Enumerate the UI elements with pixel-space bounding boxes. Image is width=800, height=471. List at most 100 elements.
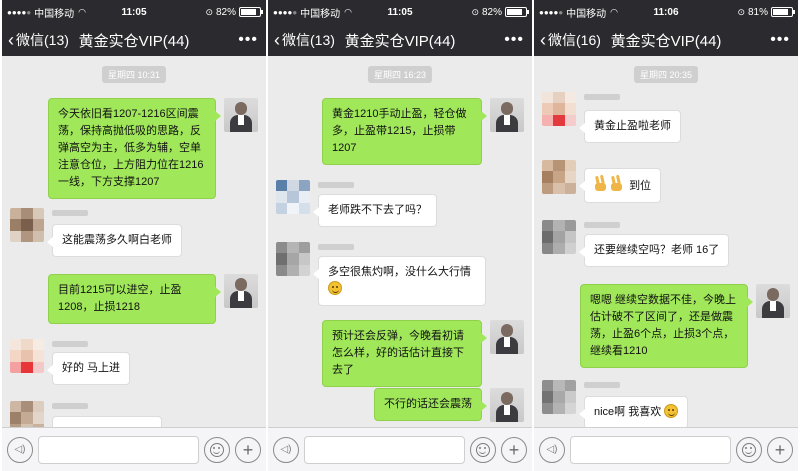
avatar[interactable] <box>10 401 44 427</box>
message-input[interactable] <box>570 435 731 464</box>
navigation-bar: ‹ 微信(16) 黄金实仓VIP(44) ••• <box>534 24 798 56</box>
emoji-button[interactable] <box>736 436 762 463</box>
sender-name <box>52 339 88 349</box>
sender-name <box>318 180 354 190</box>
message-bubble[interactable]: 多空很焦灼啊，没什么大行情 <box>313 256 486 306</box>
avatar[interactable] <box>224 98 258 132</box>
navigation-bar: ‹ 微信(13) 黄金实仓VIP(44) ••• <box>2 24 266 56</box>
message-input[interactable] <box>38 435 199 464</box>
more-button[interactable]: + <box>235 436 261 463</box>
message-bubble[interactable]: 这能震荡多久啊白老师 <box>47 224 182 257</box>
back-button[interactable]: ‹ 微信(16) <box>534 30 601 50</box>
battery-percent: 82% <box>215 6 236 18</box>
carrier-name: 中国移动 <box>566 8 607 20</box>
plus-icon: + <box>508 439 520 460</box>
avatar[interactable] <box>542 160 576 194</box>
grin-face-icon <box>664 404 679 418</box>
avatar[interactable] <box>756 284 790 318</box>
wifi-icon: ◠ <box>344 6 353 17</box>
voice-icon: ◁) <box>546 444 558 455</box>
voice-button[interactable]: ◁) <box>539 436 565 463</box>
emoji-button[interactable] <box>204 436 230 463</box>
avatar[interactable] <box>490 320 524 354</box>
message-bubble[interactable]: 黄金止盈啦老师 <box>579 110 681 143</box>
navigation-bar: ‹ 微信(13) 黄金实仓VIP(44) ••• <box>268 24 532 56</box>
battery-percent: 81% <box>747 6 768 18</box>
message-text: 到位 <box>629 180 652 192</box>
message-bubble[interactable]: 不行的话还会震荡 <box>374 388 487 421</box>
message-bubble[interactable]: nice啊 我喜欢 <box>578 396 689 427</box>
voice-icon: ◁) <box>14 444 26 455</box>
timestamp: 星期四 20:35 <box>633 66 699 83</box>
avatar[interactable] <box>490 388 524 422</box>
chat-screen-3: ●●●●● 中国移动 ◠ 11:06 ⊙ 81% ‹ 微信(16) 黄金实仓VI… <box>534 0 798 471</box>
timestamp: 星期四 10:31 <box>101 66 167 83</box>
victory-hand-icon <box>594 176 608 192</box>
back-button[interactable]: ‹ 微信(13) <box>268 30 335 50</box>
message-bubble[interactable]: 预计还会反弹，今晚看初请怎么样，好的话估计直接下去了 <box>322 320 487 387</box>
avatar[interactable] <box>542 92 576 126</box>
status-bar: ●●●●● 中国移动 ◠ 11:05 ⊙ 82% <box>2 0 266 24</box>
message-input[interactable] <box>304 435 465 464</box>
message-list[interactable]: 星期四 16:23 黄金1210手动止盈，轻仓做多，止盈带1215，止损带120… <box>268 56 532 427</box>
avatar[interactable] <box>542 220 576 254</box>
back-button[interactable]: ‹ 微信(13) <box>2 30 69 50</box>
sender-name <box>52 401 88 411</box>
smiley-icon <box>742 442 756 457</box>
avatar[interactable] <box>276 242 310 276</box>
sender-name <box>584 92 620 102</box>
voice-button[interactable]: ◁) <box>273 436 299 463</box>
avatar[interactable] <box>10 208 44 242</box>
plus-icon: + <box>242 439 254 460</box>
message-bubble[interactable]: 老师跌不下去了吗？ <box>313 194 437 227</box>
status-bar: ●●●●● 中国移动 ◠ 11:06 ⊙ 81% <box>534 0 798 24</box>
input-bar: ◁) + <box>268 427 532 471</box>
smiley-icon <box>476 442 490 457</box>
rotation-lock-icon: ⊙ <box>205 6 213 17</box>
input-bar: ◁) + <box>2 427 266 471</box>
wifi-icon: ◠ <box>610 6 619 17</box>
avatar[interactable] <box>10 339 44 373</box>
status-bar: ●●●●● 中国移动 ◠ 11:05 ⊙ 82% <box>268 0 532 24</box>
voice-button[interactable]: ◁) <box>7 436 33 463</box>
chevron-left-icon: ‹ <box>8 30 14 50</box>
message-bubble[interactable]: 到位 <box>578 168 662 203</box>
victory-hand-icon <box>610 176 624 192</box>
avatar[interactable] <box>490 98 524 132</box>
carrier-name: 中国移动 <box>300 8 341 20</box>
back-label: 微信(13) <box>16 32 69 48</box>
message-bubble[interactable]: 目前1215可以进空，止盈1208，止损1218 <box>48 274 221 324</box>
signal-strength-icon: ●●●●● <box>539 7 564 17</box>
sender-name <box>584 220 620 230</box>
back-label: 微信(13) <box>282 32 335 48</box>
input-bar: ◁) + <box>534 427 798 471</box>
sender-name <box>318 242 354 252</box>
voice-icon: ◁) <box>280 444 292 455</box>
more-button[interactable]: + <box>501 436 527 463</box>
chevron-left-icon: ‹ <box>540 30 546 50</box>
worried-face-icon <box>328 281 342 295</box>
message-bubble[interactable]: 黄金1210手动止盈，轻仓做多，止盈带1215，止损带1207 <box>322 98 487 165</box>
message-list[interactable]: 星期四 10:31 今天依旧看1207-1216区间震荡，保持高抛低吸的思路，反… <box>2 56 266 427</box>
avatar[interactable] <box>224 274 258 308</box>
more-button[interactable]: + <box>767 436 793 463</box>
emoji-button[interactable] <box>470 436 496 463</box>
avatar[interactable] <box>276 180 310 214</box>
sender-name <box>52 208 88 218</box>
message-bubble[interactable]: 今天依旧看1207-1216区间震荡，保持高抛低吸的思路，反弹高空为主，低多为辅… <box>48 98 221 199</box>
battery-icon <box>505 7 529 17</box>
battery-icon <box>239 7 263 17</box>
message-list[interactable]: 星期四 20:35 黄金止盈啦老师 到位 还要继续空吗？老师 16了 嗯嗯 继续… <box>534 56 798 427</box>
more-options-button[interactable]: ••• <box>770 31 790 49</box>
sender-name <box>584 380 620 390</box>
message-bubble[interactable]: 好的 马上进 <box>46 352 131 385</box>
message-bubble[interactable]: 嗯嗯 继续空数据不佳，今晚上估计破不了区间了，还是做震荡，止盈6个点，止损3个点… <box>580 284 753 368</box>
rotation-lock-icon: ⊙ <box>471 6 479 17</box>
wifi-icon: ◠ <box>78 6 87 17</box>
message-bubble[interactable]: 还要继续空吗？老师 16了 <box>578 234 730 267</box>
avatar[interactable] <box>542 380 576 414</box>
smiley-icon <box>210 442 224 457</box>
message-bubble[interactable] <box>52 416 162 427</box>
more-options-button[interactable]: ••• <box>504 31 524 49</box>
more-options-button[interactable]: ••• <box>238 31 258 49</box>
